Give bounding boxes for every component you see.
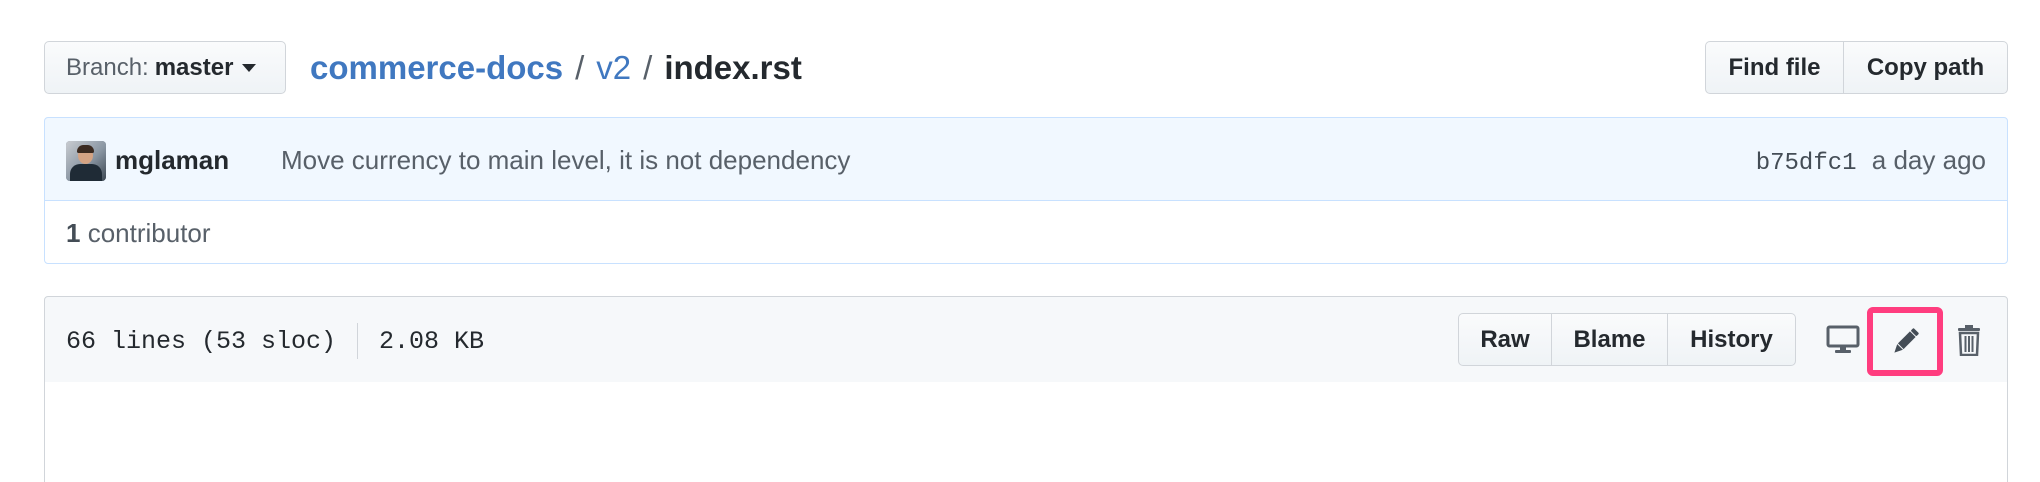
find-file-button[interactable]: Find file [1705,41,1844,94]
contributors-link[interactable]: 1 contributor [66,218,211,249]
branch-select-button[interactable]: Branch: master [44,41,286,94]
breadcrumb-separator: / [643,49,653,86]
file-content-area [44,382,2008,482]
file-size: 2.08 KB [379,326,485,356]
contributor-label: contributor [87,218,211,248]
branch-prefix-label: Branch: [66,53,149,81]
commit-message-link[interactable]: Move currency to main level, it is not d… [281,145,850,176]
breadcrumb-dir-link[interactable]: v2 [596,49,631,87]
contributor-count: 1 [66,218,81,248]
file-view-page: Branch: master commerce-docs / v2 / inde… [0,0,2040,482]
avatar[interactable] [66,141,106,181]
open-desktop-button[interactable] [1813,310,1873,370]
avatar-body [70,164,102,181]
commit-author-link[interactable]: mglaman [115,145,229,176]
file-info: 66 lines (53 sloc) 2.08 KB [66,323,484,359]
blame-button[interactable]: Blame [1552,313,1668,366]
latest-commit-box: mglaman Move currency to main level, it … [44,117,2008,201]
history-button[interactable]: History [1668,313,1796,366]
commit-sha-link[interactable]: b75dfc1 [1756,150,1857,177]
breadcrumb-file-name: index.rst [664,49,802,86]
raw-button[interactable]: Raw [1458,313,1552,366]
breadcrumb-separator: / [575,49,585,86]
breadcrumb-repo-link[interactable]: commerce-docs [310,49,563,87]
pencil-icon [1894,327,1919,353]
commit-meta: b75dfc1 a day ago [1756,145,1986,177]
desktop-icon [1826,325,1860,353]
contributors-box: 1 contributor [44,200,2008,264]
avatar-hair [77,145,94,153]
file-actions-button-group: Raw Blame History [1458,313,1796,366]
edit-file-button[interactable] [1867,307,1943,376]
file-info-divider [357,323,359,359]
file-line-count: 66 lines (53 sloc) [66,326,337,356]
trash-icon [1958,325,1980,356]
file-header: 66 lines (53 sloc) 2.08 KB Raw Blame His… [44,296,2008,383]
copy-path-button[interactable]: Copy path [1844,41,2008,94]
breadcrumb: commerce-docs / v2 / index.rst [310,44,802,92]
caret-down-icon [242,63,257,72]
file-nav-button-group: Find file Copy path [1705,41,2008,94]
delete-file-button[interactable] [1939,310,1999,370]
commit-time: a day ago [1871,145,1986,175]
branch-name: master [154,53,234,81]
